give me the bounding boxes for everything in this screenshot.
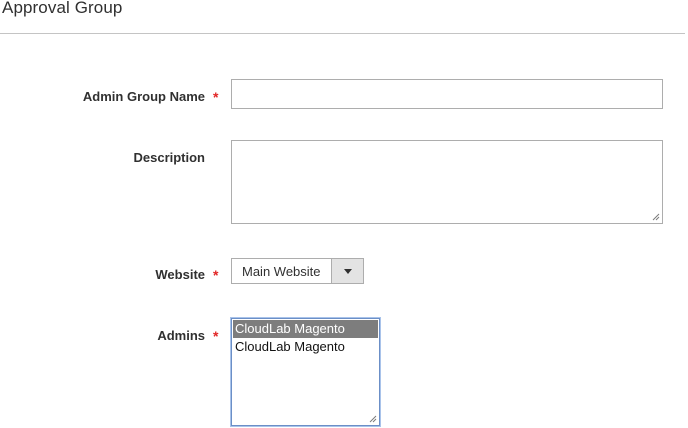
- website-select-toggle[interactable]: [331, 259, 363, 283]
- admins-label: Admins: [157, 328, 205, 343]
- website-label: Website: [155, 267, 205, 282]
- resize-handle-icon[interactable]: [369, 415, 377, 423]
- approval-group-form: Approval Group Admin Group Name * Descri…: [0, 0, 688, 428]
- website-select[interactable]: Main Website: [231, 258, 364, 284]
- website-required-marker: *: [213, 267, 219, 283]
- admins-option[interactable]: CloudLab Magento: [233, 320, 378, 338]
- resize-handle-icon[interactable]: [652, 213, 660, 221]
- website-select-value: Main Website: [242, 263, 321, 279]
- admin-group-name-required-marker: *: [213, 89, 219, 105]
- admins-option[interactable]: CloudLab Magento: [233, 338, 378, 356]
- admin-group-name-input[interactable]: [231, 79, 663, 109]
- description-textarea[interactable]: [231, 140, 663, 224]
- section-title: Approval Group: [2, 0, 123, 17]
- description-label: Description: [133, 150, 205, 165]
- admins-multiselect[interactable]: CloudLab Magento CloudLab Magento: [231, 318, 380, 426]
- section-divider: [0, 33, 685, 34]
- admins-required-marker: *: [213, 328, 219, 344]
- chevron-down-icon: [343, 268, 352, 274]
- admin-group-name-label: Admin Group Name: [82, 89, 205, 104]
